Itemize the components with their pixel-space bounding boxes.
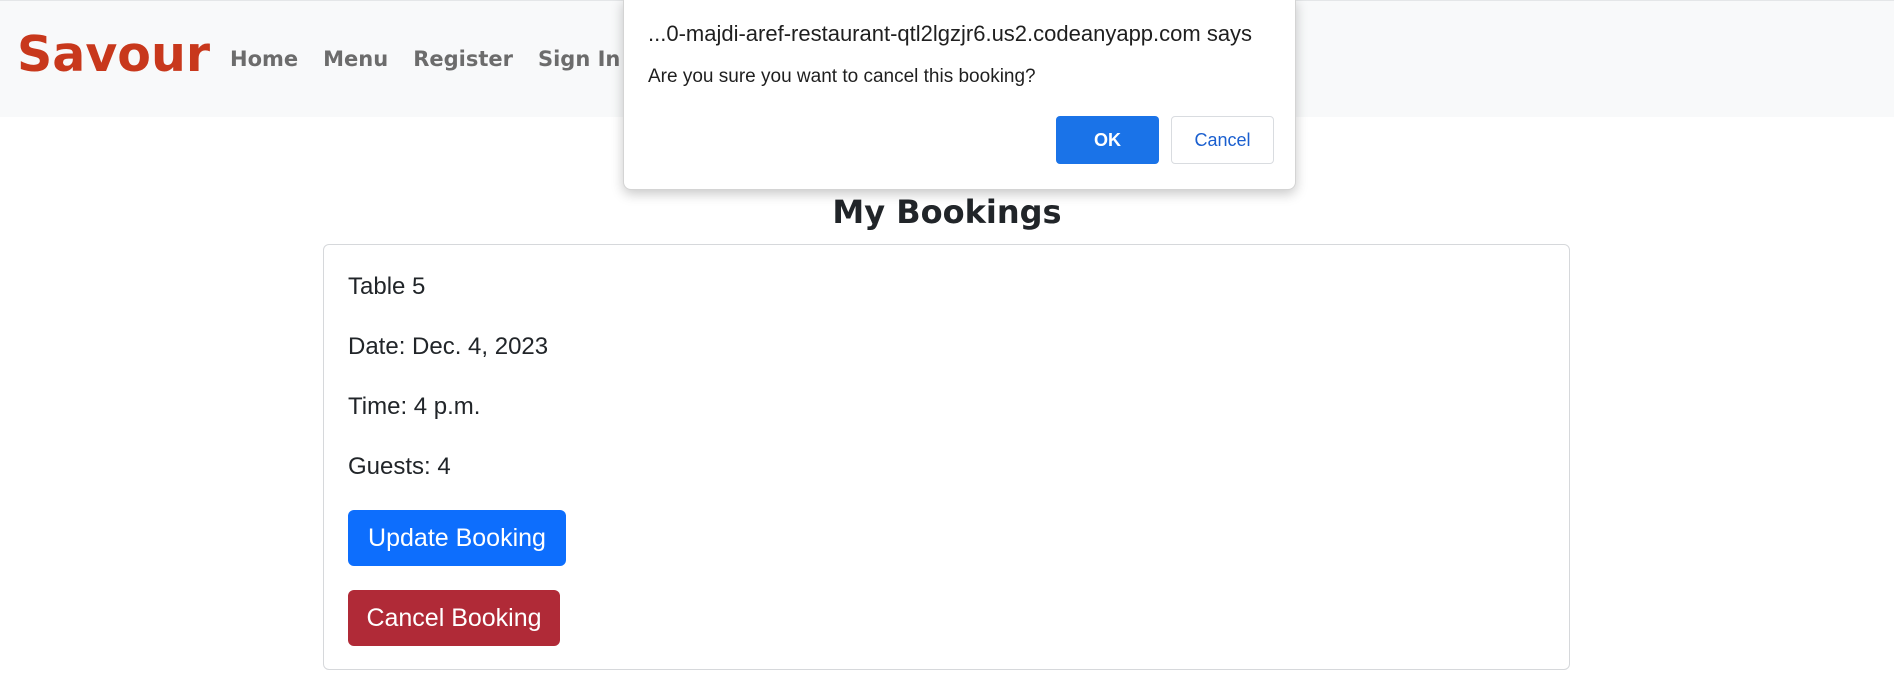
booking-guests: Guests: 4 xyxy=(348,453,451,480)
cancel-booking-button[interactable]: Cancel Booking xyxy=(348,590,560,646)
confirm-dialog: ...0-majdi-aref-restaurant-qtl2lgzjr6.us… xyxy=(623,0,1296,190)
dialog-message: Are you sure you want to cancel this boo… xyxy=(648,66,1036,87)
brand-logo[interactable]: Savour xyxy=(17,25,210,85)
nav-links: Home Menu Register Sign In xyxy=(230,45,645,73)
nav-link-register[interactable]: Register xyxy=(413,45,513,73)
nav-link-sign-in[interactable]: Sign In xyxy=(538,45,620,73)
nav-link-menu[interactable]: Menu xyxy=(323,45,388,73)
booking-card: Table 5 Date: Dec. 4, 2023 Time: 4 p.m. … xyxy=(323,244,1570,670)
booking-time: Time: 4 p.m. xyxy=(348,393,481,420)
update-booking-button[interactable]: Update Booking xyxy=(348,510,566,566)
page-title: My Bookings xyxy=(832,193,1062,231)
dialog-title: ...0-majdi-aref-restaurant-qtl2lgzjr6.us… xyxy=(648,21,1253,46)
booking-table: Table 5 xyxy=(348,273,426,300)
dialog-cancel-button[interactable]: Cancel xyxy=(1171,116,1274,164)
booking-date: Date: Dec. 4, 2023 xyxy=(348,333,549,360)
nav-link-home[interactable]: Home xyxy=(230,45,298,73)
dialog-ok-button[interactable]: OK xyxy=(1056,116,1159,164)
